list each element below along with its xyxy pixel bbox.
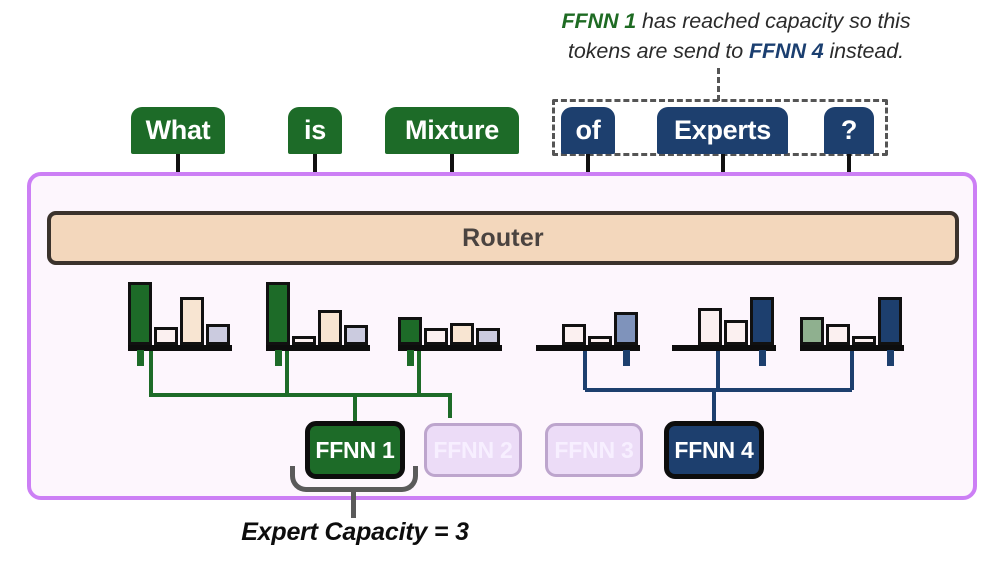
chart-routing-stem [137,350,144,366]
bar-expert-3 [450,323,474,345]
bar-expert-3 [852,336,876,345]
chart- [800,281,904,366]
chart-mixture [398,281,502,366]
capacity-equals: = [427,518,456,546]
bar-expert-4 [750,297,774,345]
capacity-label: Expert Capacity [241,518,428,546]
chart-routing-stem [759,350,766,366]
chart-what [128,281,232,366]
bar-expert-3 [724,320,748,345]
bar-expert-1 [128,282,152,345]
bar-expert-2 [562,324,586,345]
bar-expert-1 [266,282,290,345]
bar-expert-2 [826,324,850,345]
bar-expert-4 [206,324,230,345]
expert-capacity-brace [290,466,418,492]
expert-ffnn2[interactable]: FFNN 2 [424,423,522,477]
expert-capacity-brace-stem [351,490,356,518]
bar-expert-3 [318,310,342,345]
expert-ffnn4[interactable]: FFNN 4 [664,421,764,479]
chart-experts [672,281,776,366]
chart-routing-stem [275,350,282,366]
bar-expert-4 [878,297,902,345]
bar-expert-2 [698,308,722,345]
bar-expert-3 [588,336,612,345]
expert-capacity-caption: Expert Capacity = 3 [110,518,600,547]
chart-routing-stem [623,350,630,366]
green-routing-tree [149,349,452,421]
bar-expert-3 [180,297,204,345]
bar-expert-2 [292,336,316,345]
capacity-value: 3 [455,518,469,546]
bar-expert-1 [800,317,824,345]
expert-ffnn3[interactable]: FFNN 3 [545,423,643,477]
bar-expert-1 [398,317,422,345]
chart-routing-stem [407,350,414,366]
chart-is [266,281,370,366]
chart-routing-stem [887,350,894,366]
chart-of [536,281,640,366]
bar-expert-2 [424,328,448,345]
bar-expert-2 [154,327,178,345]
bar-expert-4 [476,328,500,345]
bar-expert-4 [614,312,638,345]
diagram-canvas: FFNN 1 has reached capacity so this toke… [0,0,1004,568]
bar-expert-4 [344,325,368,345]
